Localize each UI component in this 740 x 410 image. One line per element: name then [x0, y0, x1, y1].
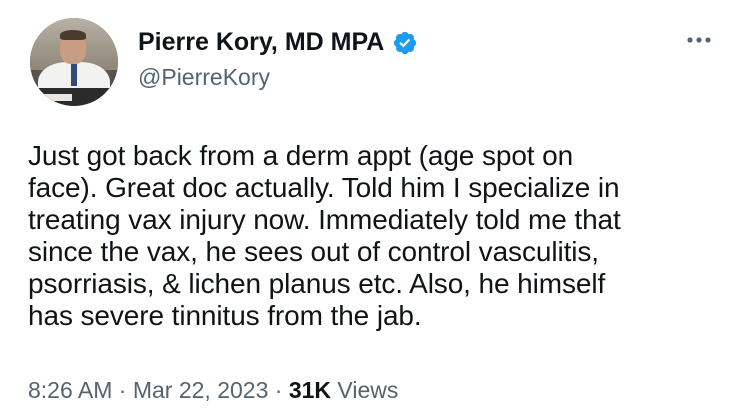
- avatar-nameplate: [42, 94, 72, 101]
- tweet-text-line: treating vax injury now. Immediately tol…: [28, 204, 621, 235]
- meta-separator: ·: [274, 377, 283, 403]
- tweet-text-line: psorriasis, & lichen planus etc. Also, h…: [28, 268, 606, 299]
- verified-badge-icon: [394, 31, 417, 54]
- views-label: Views: [337, 377, 399, 403]
- tweet-meta: 8:26 AM · Mar 22, 2023 · 31K Views: [28, 377, 398, 404]
- tweet-text-line: has severe tinnitus from the jab.: [28, 300, 422, 331]
- meta-separator: ·: [118, 377, 127, 403]
- author-display-name[interactable]: Pierre Kory, MD MPA: [138, 28, 384, 57]
- avatar[interactable]: [30, 18, 118, 106]
- tweet-date[interactable]: Mar 22, 2023: [133, 377, 269, 403]
- tweet-text-line: since the vax, he sees out of control va…: [28, 236, 599, 267]
- tweet-card: Pierre Kory, MD MPA @PierreKory Just got…: [0, 0, 740, 410]
- tweet-text-line: face). Great doc actually. Told him I sp…: [28, 172, 620, 203]
- author-name-row: Pierre Kory, MD MPA: [138, 28, 418, 57]
- more-options-icon[interactable]: [684, 28, 714, 52]
- author-handle[interactable]: @PierreKory: [138, 64, 270, 91]
- tweet-time[interactable]: 8:26 AM: [28, 377, 112, 403]
- avatar-tie: [71, 64, 77, 86]
- avatar-hair: [60, 30, 86, 40]
- views-count[interactable]: 31K: [289, 377, 331, 403]
- tweet-text-line: Just got back from a derm appt (age spot…: [28, 140, 574, 171]
- tweet-text: Just got back from a derm appt (age spot…: [28, 140, 728, 332]
